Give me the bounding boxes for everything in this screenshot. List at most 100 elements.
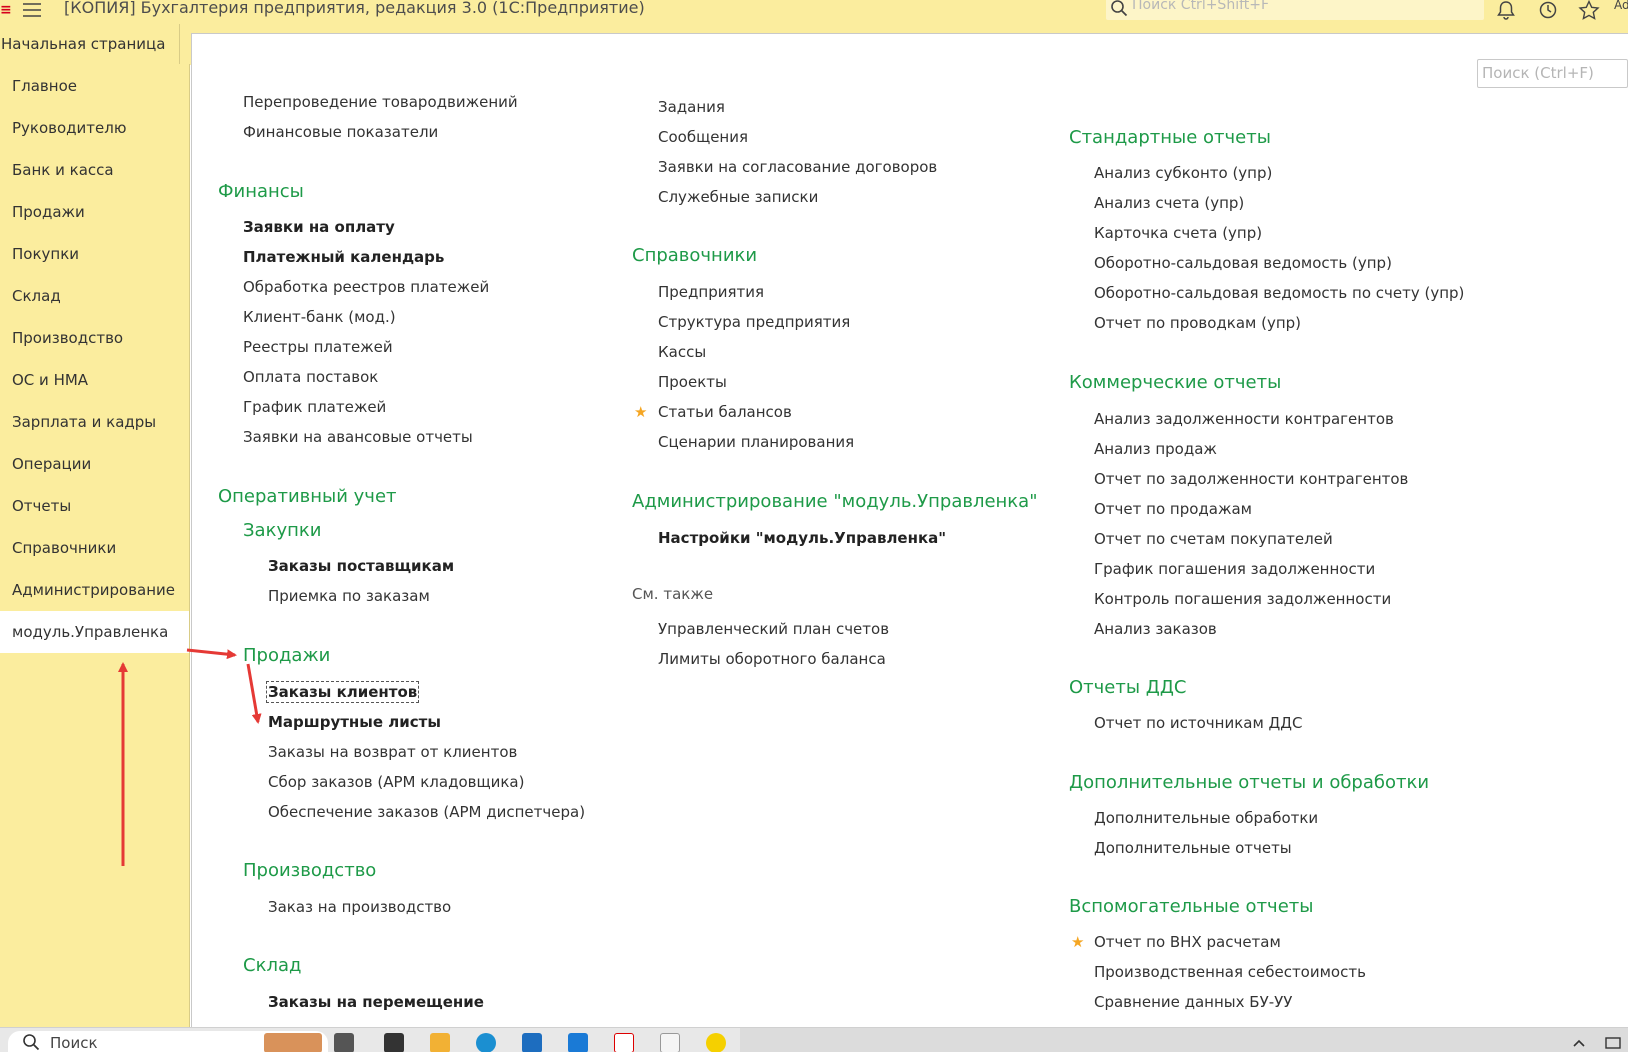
link-payment-registers-processing[interactable]: Обработка реестров платежей bbox=[243, 278, 489, 296]
tab-home[interactable]: Начальная страница bbox=[0, 24, 180, 64]
link-payment-schedule[interactable]: График платежей bbox=[243, 398, 386, 416]
favorite-star-icon[interactable]: ★ bbox=[634, 403, 647, 421]
sidebar-item-bank[interactable]: Банк и касса bbox=[0, 149, 189, 191]
link-balance-items[interactable]: Статьи балансов bbox=[658, 403, 792, 421]
link-messages[interactable]: Сообщения bbox=[658, 128, 748, 146]
terminal-icon[interactable] bbox=[384, 1033, 404, 1052]
link-supply-payment[interactable]: Оплата поставок bbox=[243, 368, 378, 386]
section-finance: Финансы bbox=[218, 181, 304, 202]
link-management-chart-of-accounts[interactable]: Управленческий план счетов bbox=[658, 620, 889, 638]
notepad-icon[interactable] bbox=[660, 1033, 680, 1052]
link-postings-report[interactable]: Отчет по проводкам (упр) bbox=[1094, 314, 1301, 332]
history-icon[interactable] bbox=[1537, 0, 1559, 20]
link-trial-balance[interactable]: Оборотно-сальдовая ведомость (упр) bbox=[1094, 254, 1392, 272]
link-debt-report[interactable]: Отчет по задолженности контрагентов bbox=[1094, 470, 1408, 488]
link-orders-analysis[interactable]: Анализ заказов bbox=[1094, 620, 1217, 638]
mail-icon[interactable] bbox=[568, 1033, 588, 1052]
link-transfer-orders[interactable]: Заказы на перемещение bbox=[268, 993, 484, 1011]
link-client-orders[interactable]: Заказы клиентов bbox=[265, 681, 420, 703]
section-additional-reports: Дополнительные отчеты и обработки bbox=[1069, 772, 1430, 793]
global-search-input[interactable]: Поиск Ctrl+Shift+F bbox=[1106, 0, 1484, 20]
link-account-trial-balance[interactable]: Оборотно-сальдовая ведомость по счету (у… bbox=[1094, 284, 1464, 302]
link-module-settings[interactable]: Настройки "модуль.Управленка" bbox=[658, 529, 946, 547]
link-payment-registers[interactable]: Реестры платежей bbox=[243, 338, 393, 356]
link-route-sheets[interactable]: Маршрутные листы bbox=[268, 713, 441, 731]
link-payment-requests[interactable]: Заявки на оплату bbox=[243, 218, 395, 236]
link-bu-uu-comparison[interactable]: Сравнение данных БУ-УУ bbox=[1094, 993, 1292, 1011]
link-projects[interactable]: Проекты bbox=[658, 373, 727, 391]
taskbar-widget-icon[interactable] bbox=[264, 1033, 322, 1052]
link-additional-processing[interactable]: Дополнительные обработки bbox=[1094, 809, 1318, 827]
link-reposting[interactable]: Перепроведение товародвижений bbox=[243, 93, 518, 111]
link-production-cost[interactable]: Производственная себестоимость bbox=[1094, 963, 1366, 981]
star-icon[interactable] bbox=[1578, 0, 1600, 20]
link-buyer-invoices-report[interactable]: Отчет по счетам покупателей bbox=[1094, 530, 1333, 548]
link-client-bank[interactable]: Клиент-банк (мод.) bbox=[243, 308, 396, 326]
link-additional-reports[interactable]: Дополнительные отчеты bbox=[1094, 839, 1292, 857]
link-supplier-orders[interactable]: Заказы поставщикам bbox=[268, 557, 454, 575]
sidebar-item-assets[interactable]: ОС и НМА bbox=[0, 359, 189, 401]
global-search-placeholder: Поиск Ctrl+Shift+F bbox=[1132, 0, 1270, 13]
favorite-star-icon[interactable]: ★ bbox=[1071, 933, 1084, 951]
link-enterprises[interactable]: Предприятия bbox=[658, 283, 764, 301]
link-sales-report[interactable]: Отчет по продажам bbox=[1094, 500, 1252, 518]
sidebar-item-warehouse[interactable]: Склад bbox=[0, 275, 189, 317]
link-subconto-analysis[interactable]: Анализ субконто (упр) bbox=[1094, 164, 1272, 182]
link-planning-scenarios[interactable]: Сценарии планирования bbox=[658, 433, 854, 451]
task-view-icon[interactable] bbox=[334, 1033, 354, 1052]
sidebar-item-manager[interactable]: Руководителю bbox=[0, 107, 189, 149]
yandex-browser-icon[interactable] bbox=[614, 1033, 634, 1052]
sidebar-item-references[interactable]: Справочники bbox=[0, 527, 189, 569]
sidebar-item-main[interactable]: Главное bbox=[0, 65, 189, 107]
app-window: ≡ [КОПИЯ] Бухгалтерия предприятия, редак… bbox=[0, 0, 1628, 1052]
link-order-receipt[interactable]: Приемка по заказам bbox=[268, 587, 430, 605]
section-auxiliary-reports: Вспомогательные отчеты bbox=[1069, 896, 1314, 917]
section-dds-reports: Отчеты ДДС bbox=[1069, 677, 1187, 698]
app-logo-icon: ≡ bbox=[0, 2, 12, 18]
menu-icon[interactable] bbox=[20, 0, 44, 20]
link-enterprise-structure[interactable]: Структура предприятия bbox=[658, 313, 850, 331]
link-working-balance-limits[interactable]: Лимиты оборотного баланса bbox=[658, 650, 886, 668]
sidebar-item-salary[interactable]: Зарплата и кадры bbox=[0, 401, 189, 443]
section-see-also: См. также bbox=[632, 585, 714, 603]
sidebar-item-module-management[interactable]: модуль.Управленка bbox=[0, 611, 189, 653]
section-module-admin: Администрирование "модуль.Управленка" bbox=[632, 491, 1038, 512]
link-payment-calendar[interactable]: Платежный календарь bbox=[243, 248, 444, 266]
link-memos[interactable]: Служебные записки bbox=[658, 188, 818, 206]
link-advance-reports-requests[interactable]: Заявки на авансовые отчеты bbox=[243, 428, 473, 446]
link-tasks[interactable]: Задания bbox=[658, 98, 725, 116]
section-commercial-reports: Коммерческие отчеты bbox=[1069, 372, 1282, 393]
chevron-up-icon[interactable] bbox=[1570, 1033, 1588, 1052]
page-search-input[interactable]: Поиск (Ctrl+F) bbox=[1477, 59, 1628, 88]
bell-icon[interactable] bbox=[1495, 0, 1517, 20]
link-production-order[interactable]: Заказ на производство bbox=[268, 898, 451, 916]
sidebar-item-purchases[interactable]: Покупки bbox=[0, 233, 189, 275]
sidebar-item-sales[interactable]: Продажи bbox=[0, 191, 189, 233]
link-return-orders[interactable]: Заказы на возврат от клиентов bbox=[268, 743, 517, 761]
link-debt-repayment-control[interactable]: Контроль погашения задолженности bbox=[1094, 590, 1391, 608]
link-contract-approval-requests[interactable]: Заявки на согласование договоров bbox=[658, 158, 937, 176]
link-account-card[interactable]: Карточка счета (упр) bbox=[1094, 224, 1262, 242]
window-title: [КОПИЯ] Бухгалтерия предприятия, редакци… bbox=[64, 0, 645, 17]
link-debt-repayment-schedule[interactable]: График погашения задолженности bbox=[1094, 560, 1375, 578]
store-icon[interactable] bbox=[522, 1033, 542, 1052]
link-sales-analysis[interactable]: Анализ продаж bbox=[1094, 440, 1217, 458]
link-account-analysis[interactable]: Анализ счета (упр) bbox=[1094, 194, 1244, 212]
link-order-picking[interactable]: Сбор заказов (АРМ кладовщика) bbox=[268, 773, 524, 791]
link-dds-sources-report[interactable]: Отчет по источникам ДДС bbox=[1094, 714, 1302, 732]
link-financial-indicators[interactable]: Финансовые показатели bbox=[243, 123, 438, 141]
search-icon bbox=[1110, 0, 1128, 17]
link-internal-settlements-report[interactable]: Отчет по ВНХ расчетам bbox=[1094, 933, 1281, 951]
sidebar-item-reports[interactable]: Отчеты bbox=[0, 485, 189, 527]
link-cash-desks[interactable]: Кассы bbox=[658, 343, 706, 361]
sidebar-item-administration[interactable]: Администрирование bbox=[0, 569, 189, 611]
link-order-provision[interactable]: Обеспечение заказов (АРМ диспетчера) bbox=[268, 803, 585, 821]
1c-app-icon[interactable] bbox=[706, 1033, 726, 1052]
sidebar-item-production[interactable]: Производство bbox=[0, 317, 189, 359]
file-explorer-icon[interactable] bbox=[430, 1033, 450, 1052]
link-debt-analysis[interactable]: Анализ задолженности контрагентов bbox=[1094, 410, 1394, 428]
sidebar-item-operations[interactable]: Операции bbox=[0, 443, 189, 485]
edge-browser-icon[interactable] bbox=[476, 1033, 496, 1052]
more-label[interactable]: Ad bbox=[1614, 0, 1628, 12]
network-icon[interactable] bbox=[1604, 1033, 1622, 1052]
